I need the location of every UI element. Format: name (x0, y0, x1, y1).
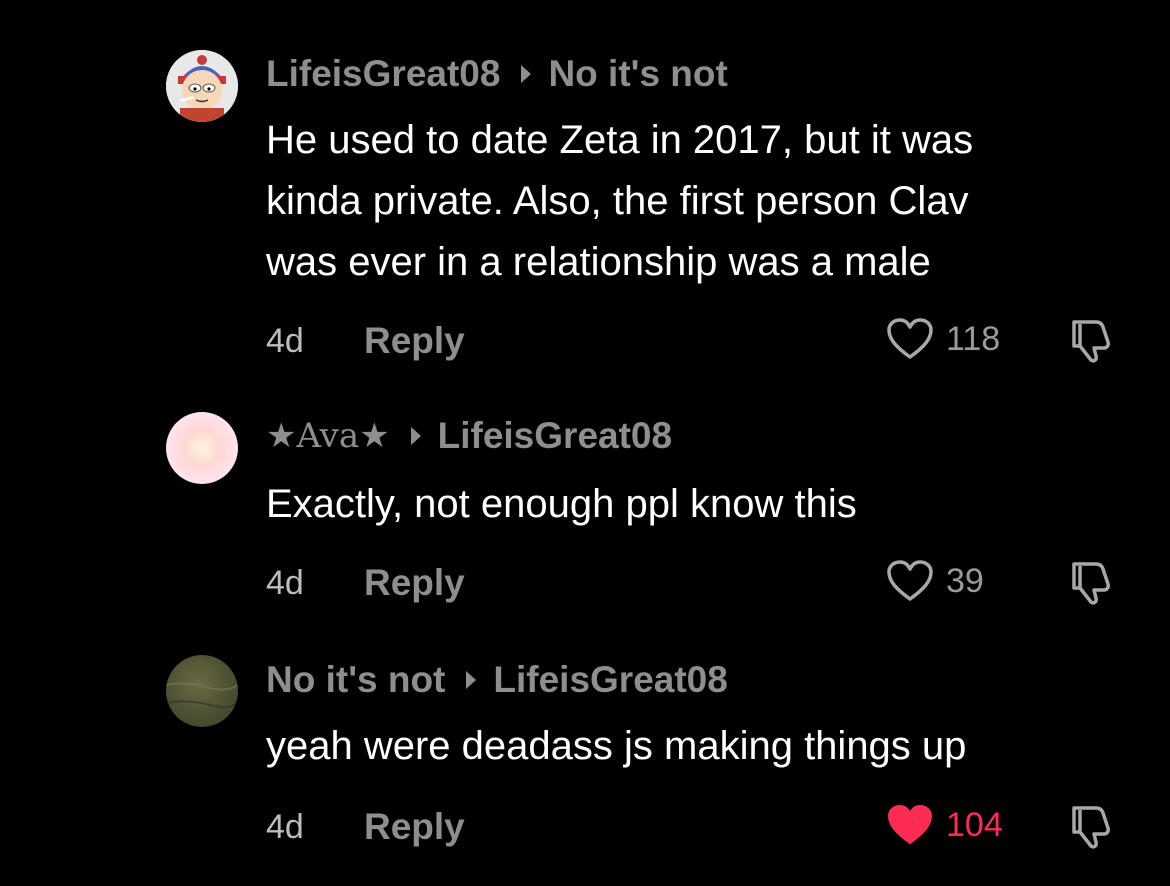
reply-to-name[interactable]: LifeisGreat08 (493, 659, 727, 701)
comment-age: 4d (266, 322, 304, 360)
reply-arrow-icon (520, 64, 532, 84)
like-count: 39 (946, 561, 984, 600)
author-name[interactable]: LifeisGreat08 (266, 53, 500, 95)
comment-age: 4d (266, 564, 304, 602)
reply-button[interactable]: Reply (364, 320, 465, 362)
thumbs-down-icon (1072, 806, 1110, 849)
comment-text: Exactly, not enough ppl know this (266, 474, 1146, 535)
author-name[interactable]: No it's not (266, 659, 445, 701)
heart-icon (888, 805, 932, 844)
reply-to-name[interactable]: LifeisGreat08 (438, 415, 672, 457)
like-count: 118 (946, 319, 1001, 358)
comment-age: 4d (266, 808, 304, 846)
reply-button[interactable]: Reply (364, 562, 465, 604)
like-button[interactable]: 39 (886, 556, 984, 606)
reply-to-name[interactable]: No it's not (548, 53, 727, 95)
comment-text-line: He used to date Zeta in 2017, but it was (266, 118, 974, 162)
comment-text-line: Exactly, not enough ppl know this (266, 482, 857, 526)
comment-text-line: was ever in a relationship was a male (266, 240, 931, 284)
like-button[interactable]: 104 (886, 800, 1003, 850)
comment-text: yeah were deadass js making things up (266, 716, 1146, 777)
avatar-cartoon-icon (166, 50, 238, 122)
comment-thread: LifeisGreat08 No it's not He used to dat… (0, 0, 1170, 886)
heart-icon (887, 318, 933, 359)
thumbs-down-icon (1072, 320, 1110, 363)
like-count: 104 (946, 805, 1003, 844)
author-name[interactable]: ★Ava★ (266, 416, 390, 456)
like-button[interactable]: 118 (886, 314, 1000, 364)
comment-header: LifeisGreat08 No it's not (266, 53, 728, 95)
heart-icon (887, 560, 933, 601)
comment-actions: 4d Reply 39 (266, 556, 1126, 606)
avatar[interactable] (166, 50, 238, 122)
comment-header: ★Ava★ LifeisGreat08 (266, 415, 672, 457)
dislike-button[interactable] (1066, 316, 1118, 373)
avatar[interactable] (166, 655, 238, 727)
reply-button[interactable]: Reply (364, 806, 465, 848)
avatar[interactable] (166, 412, 238, 484)
comment-actions: 4d Reply 118 (266, 314, 1126, 364)
thumbs-down-icon (1072, 562, 1110, 605)
comment-actions: 4d Reply 104 (266, 800, 1126, 850)
avatar-grass-icon (166, 682, 238, 709)
dislike-button[interactable] (1066, 558, 1118, 615)
comment-text: He used to date Zeta in 2017, but it was… (266, 110, 1146, 293)
comment-text-line: yeah were deadass js making things up (266, 724, 967, 768)
reply-arrow-icon (410, 426, 422, 446)
reply-arrow-icon (465, 670, 477, 690)
dislike-button[interactable] (1066, 802, 1118, 859)
comment-text-line: kinda private. Also, the first person Cl… (266, 179, 969, 223)
comment-header: No it's not LifeisGreat08 (266, 659, 728, 701)
